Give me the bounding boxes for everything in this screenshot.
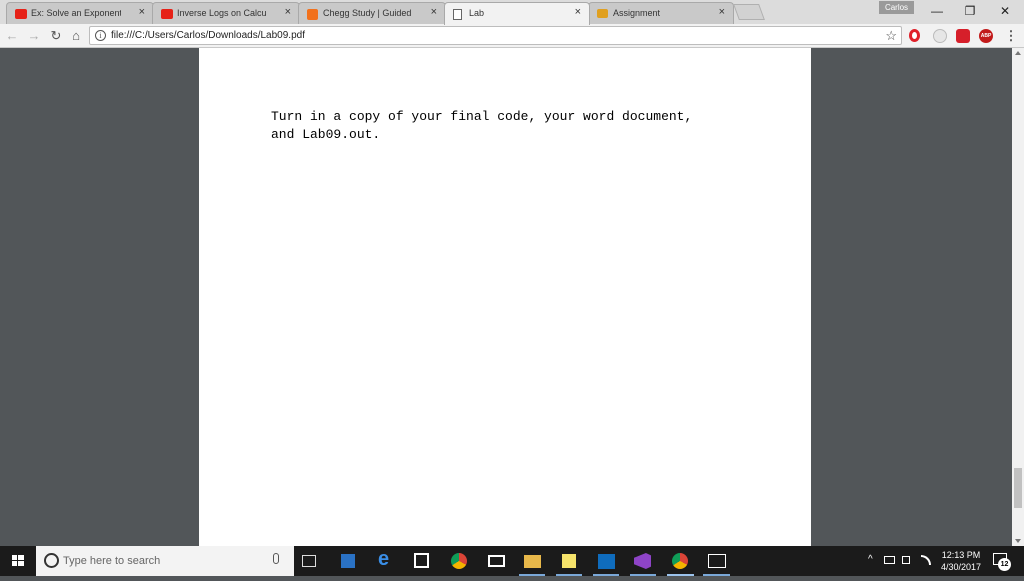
tab-title: Ex: Solve an Exponential	[31, 8, 121, 18]
volume-icon[interactable]	[902, 556, 910, 564]
taskbar-search-box[interactable]: Type here to search	[36, 546, 294, 576]
close-window-button[interactable]: ✕	[990, 2, 1020, 20]
windows-logo-icon	[12, 555, 24, 566]
menu-icon[interactable]: ⋮	[1003, 28, 1019, 44]
assignment-icon	[597, 9, 608, 18]
tab-chegg[interactable]: Chegg Study | Guided So ×	[298, 2, 446, 24]
file-explorer-icon[interactable]	[524, 555, 541, 568]
network-icon[interactable]	[884, 556, 895, 564]
sticky-notes-icon[interactable]	[562, 554, 576, 568]
cortana-icon	[44, 553, 59, 568]
opera-extension-icon[interactable]	[909, 29, 920, 42]
tab-strip: Ex: Solve an Exponential × Inverse Logs …	[0, 0, 1024, 25]
youtube-icon	[161, 9, 173, 19]
edge-icon[interactable]: e	[378, 548, 398, 570]
home-button[interactable]: ⌂	[68, 28, 84, 44]
vertical-scrollbar[interactable]	[1012, 48, 1024, 546]
close-tab-icon[interactable]: ×	[719, 6, 725, 18]
notification-count-badge: 12	[998, 558, 1011, 571]
visual-studio-icon[interactable]	[634, 553, 651, 569]
close-tab-icon[interactable]: ×	[575, 6, 581, 18]
document-text-line: Turn in a copy of your final code, your …	[271, 109, 693, 124]
mail-icon[interactable]	[488, 555, 505, 567]
forward-button[interactable]: →	[26, 28, 42, 44]
tab-title: Assignment	[613, 8, 661, 18]
clock[interactable]: 12:13 PM 4/30/2017	[934, 549, 988, 573]
taskbar: Type here to search e ^ 12:13 PM 4/30/20…	[0, 546, 1024, 576]
clock-time: 12:13 PM	[941, 550, 981, 560]
tab-youtube-exponential[interactable]: Ex: Solve an Exponential ×	[6, 2, 154, 24]
task-view-icon[interactable]	[302, 555, 316, 567]
close-tab-icon[interactable]: ×	[285, 6, 291, 18]
tab-title: Lab	[469, 8, 485, 18]
close-tab-icon[interactable]: ×	[431, 6, 437, 18]
restore-button[interactable]: ❐	[955, 2, 985, 20]
media-player-icon[interactable]	[341, 554, 355, 568]
show-hidden-icons[interactable]: ^	[868, 554, 873, 565]
new-tab-button[interactable]	[733, 4, 765, 20]
tab-title: Inverse Logs on Calculat	[177, 8, 267, 18]
info-icon[interactable]: i	[95, 30, 106, 41]
photos-icon[interactable]	[708, 554, 726, 568]
browser-toolbar: ← → ↻ ⌂ i file:///C:/Users/Carlos/Downlo…	[0, 24, 1024, 48]
document-icon	[453, 9, 462, 20]
search-extension-icon[interactable]	[933, 29, 947, 43]
search-placeholder: Type here to search	[63, 555, 161, 567]
tab-title: Chegg Study | Guided So	[323, 8, 413, 18]
reload-button[interactable]: ↻	[48, 28, 64, 44]
pdf-page: Turn in a copy of your final code, your …	[199, 48, 811, 546]
scroll-down-icon[interactable]	[1015, 539, 1021, 543]
close-tab-icon[interactable]: ×	[139, 6, 145, 18]
tab-lab[interactable]: Lab ×	[444, 2, 590, 25]
start-button[interactable]	[0, 546, 36, 576]
minimize-button[interactable]: —	[922, 2, 952, 20]
tab-youtube-inverse-logs[interactable]: Inverse Logs on Calculat ×	[152, 2, 300, 24]
outlook-icon[interactable]	[598, 554, 615, 569]
scrollbar-thumb[interactable]	[1014, 468, 1022, 508]
media-extension-icon[interactable]	[956, 29, 970, 43]
back-button[interactable]: ←	[4, 28, 20, 44]
bookmark-star-icon[interactable]: ☆	[885, 28, 897, 44]
microphone-icon[interactable]	[273, 553, 279, 564]
wifi-icon[interactable]	[921, 555, 931, 565]
youtube-icon	[15, 9, 27, 19]
clock-date: 4/30/2017	[940, 562, 982, 572]
address-url[interactable]: file:///C:/Users/Carlos/Downloads/Lab09.…	[111, 30, 305, 41]
chrome-active-icon[interactable]	[672, 553, 688, 569]
store-icon[interactable]	[414, 553, 429, 568]
profile-button[interactable]: Carlos	[879, 1, 914, 14]
address-bar[interactable]: i file:///C:/Users/Carlos/Downloads/Lab0…	[89, 26, 902, 45]
chrome-icon[interactable]	[451, 553, 467, 569]
tab-assignment[interactable]: Assignment ×	[588, 2, 734, 24]
chegg-icon	[307, 9, 318, 20]
adblock-icon[interactable]: ABP	[979, 29, 993, 43]
document-text-line: and Lab09.out.	[271, 127, 381, 142]
pdf-viewer: Turn in a copy of your final code, your …	[0, 48, 1024, 546]
scroll-up-icon[interactable]	[1015, 51, 1021, 55]
